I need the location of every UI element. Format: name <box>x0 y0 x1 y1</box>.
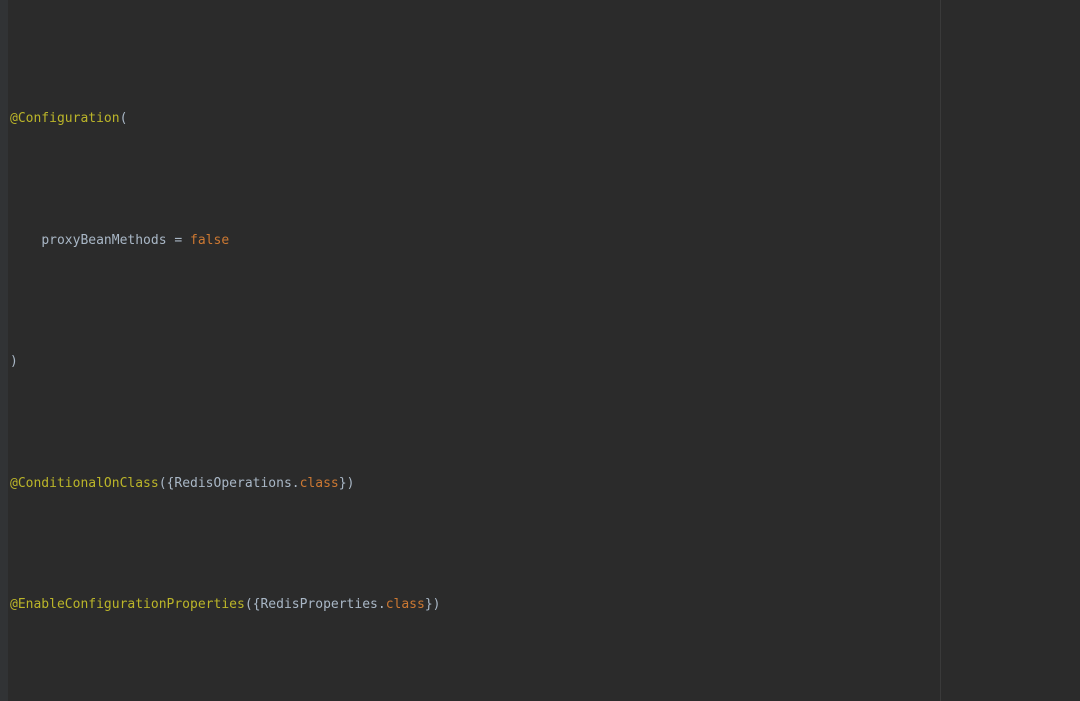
keyword-false: false <box>190 233 229 248</box>
equals: = <box>167 233 190 248</box>
indent <box>10 233 41 248</box>
code-editor[interactable]: @Configuration( proxyBeanMethods = false… <box>0 0 1080 701</box>
paren-open: ( <box>120 111 128 126</box>
class-ref: RedisProperties <box>260 597 377 612</box>
code-line[interactable]: proxyBeanMethods = false <box>10 229 1080 253</box>
code-line[interactable]: @ConditionalOnClass({RedisOperations.cla… <box>10 472 1080 496</box>
keyword-class: class <box>386 597 425 612</box>
code-line[interactable]: @Configuration( <box>10 107 1080 131</box>
code-block[interactable]: @Configuration( proxyBeanMethods = false… <box>0 10 1080 701</box>
paren-close: ) <box>10 354 18 369</box>
code-line[interactable]: ) <box>10 350 1080 374</box>
keyword-class: class <box>300 476 339 491</box>
annotation: @ConditionalOnClass <box>10 476 159 491</box>
annotation: @EnableConfigurationProperties <box>10 597 245 612</box>
identifier: proxyBeanMethods <box>41 233 166 248</box>
class-ref: RedisOperations <box>174 476 291 491</box>
code-line[interactable]: @EnableConfigurationProperties({RedisPro… <box>10 593 1080 617</box>
annotation: @Configuration <box>10 111 120 126</box>
